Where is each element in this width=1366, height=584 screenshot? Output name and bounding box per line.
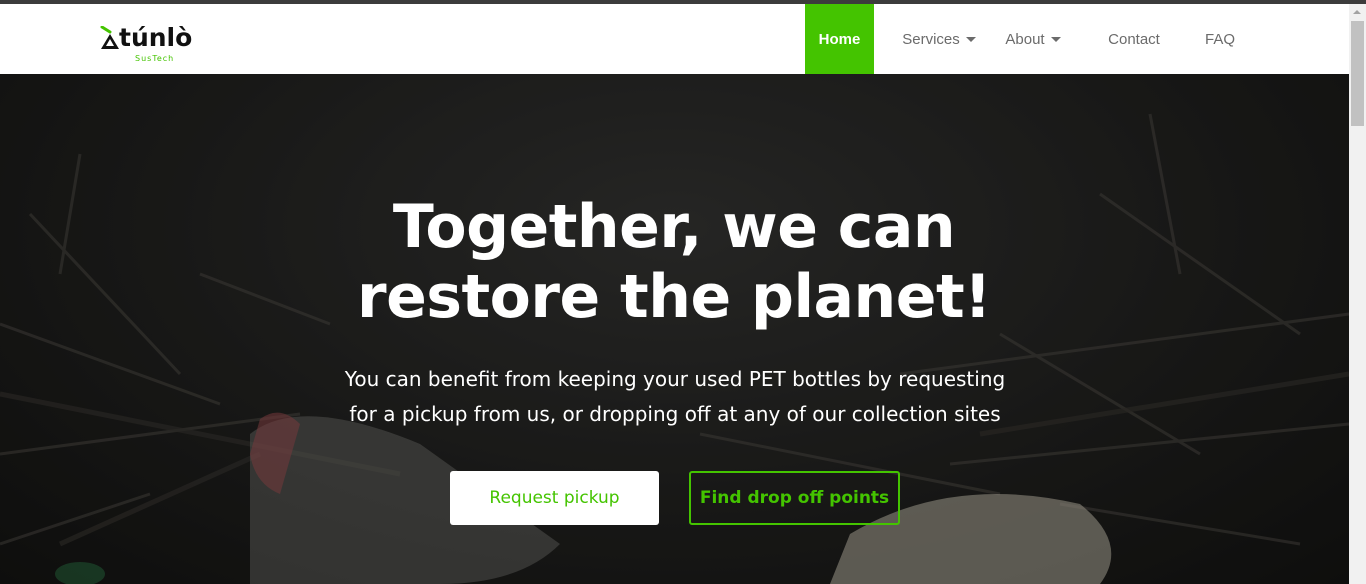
nav-faq[interactable]: FAQ: [1200, 4, 1240, 74]
hero-subtitle: You can benefit from keeping your used P…: [300, 362, 1050, 432]
recycle-arrow-icon: [100, 26, 119, 49]
brand-tagline: SusTech: [135, 54, 175, 63]
request-pickup-label: Request pickup: [489, 488, 620, 508]
nav-services-label: Services: [902, 30, 960, 48]
nav-contact-label: Contact: [1108, 30, 1160, 48]
hero-subtitle-line-1: You can benefit from keeping your used P…: [344, 367, 1006, 391]
nav-home-label: Home: [818, 30, 861, 48]
nav-about[interactable]: About: [1000, 4, 1066, 74]
hero-title: Together, we can restore the planet!: [274, 192, 1074, 332]
navbar: túnlò SusTech Home Services About Contac…: [0, 4, 1349, 74]
hero-title-line-2: restore the planet!: [356, 262, 992, 332]
nav-faq-label: FAQ: [1204, 30, 1235, 48]
find-drop-off-button[interactable]: Find drop off points: [689, 471, 900, 525]
hero-subtitle-line-2: for a pickup from us, or dropping off at…: [349, 402, 1001, 426]
vertical-scrollbar[interactable]: [1349, 4, 1366, 584]
hero-title-line-1: Together, we can: [392, 192, 956, 262]
hero-section: Together, we can restore the planet! You…: [0, 74, 1349, 584]
caret-down-icon: [965, 37, 976, 42]
logo[interactable]: túnlò SusTech: [99, 23, 219, 66]
request-pickup-button[interactable]: Request pickup: [450, 471, 659, 525]
nav-services[interactable]: Services: [900, 4, 978, 74]
brand-name: túnlò: [119, 23, 193, 52]
nav-contact[interactable]: Contact: [1100, 4, 1168, 74]
find-drop-off-label: Find drop off points: [699, 488, 890, 508]
nav-about-label: About: [1005, 30, 1045, 48]
scrollbar-thumb[interactable]: [1351, 21, 1364, 126]
nav-home[interactable]: Home: [805, 4, 874, 74]
scroll-up-arrow-icon[interactable]: [1353, 10, 1361, 14]
caret-down-icon: [1050, 37, 1061, 42]
